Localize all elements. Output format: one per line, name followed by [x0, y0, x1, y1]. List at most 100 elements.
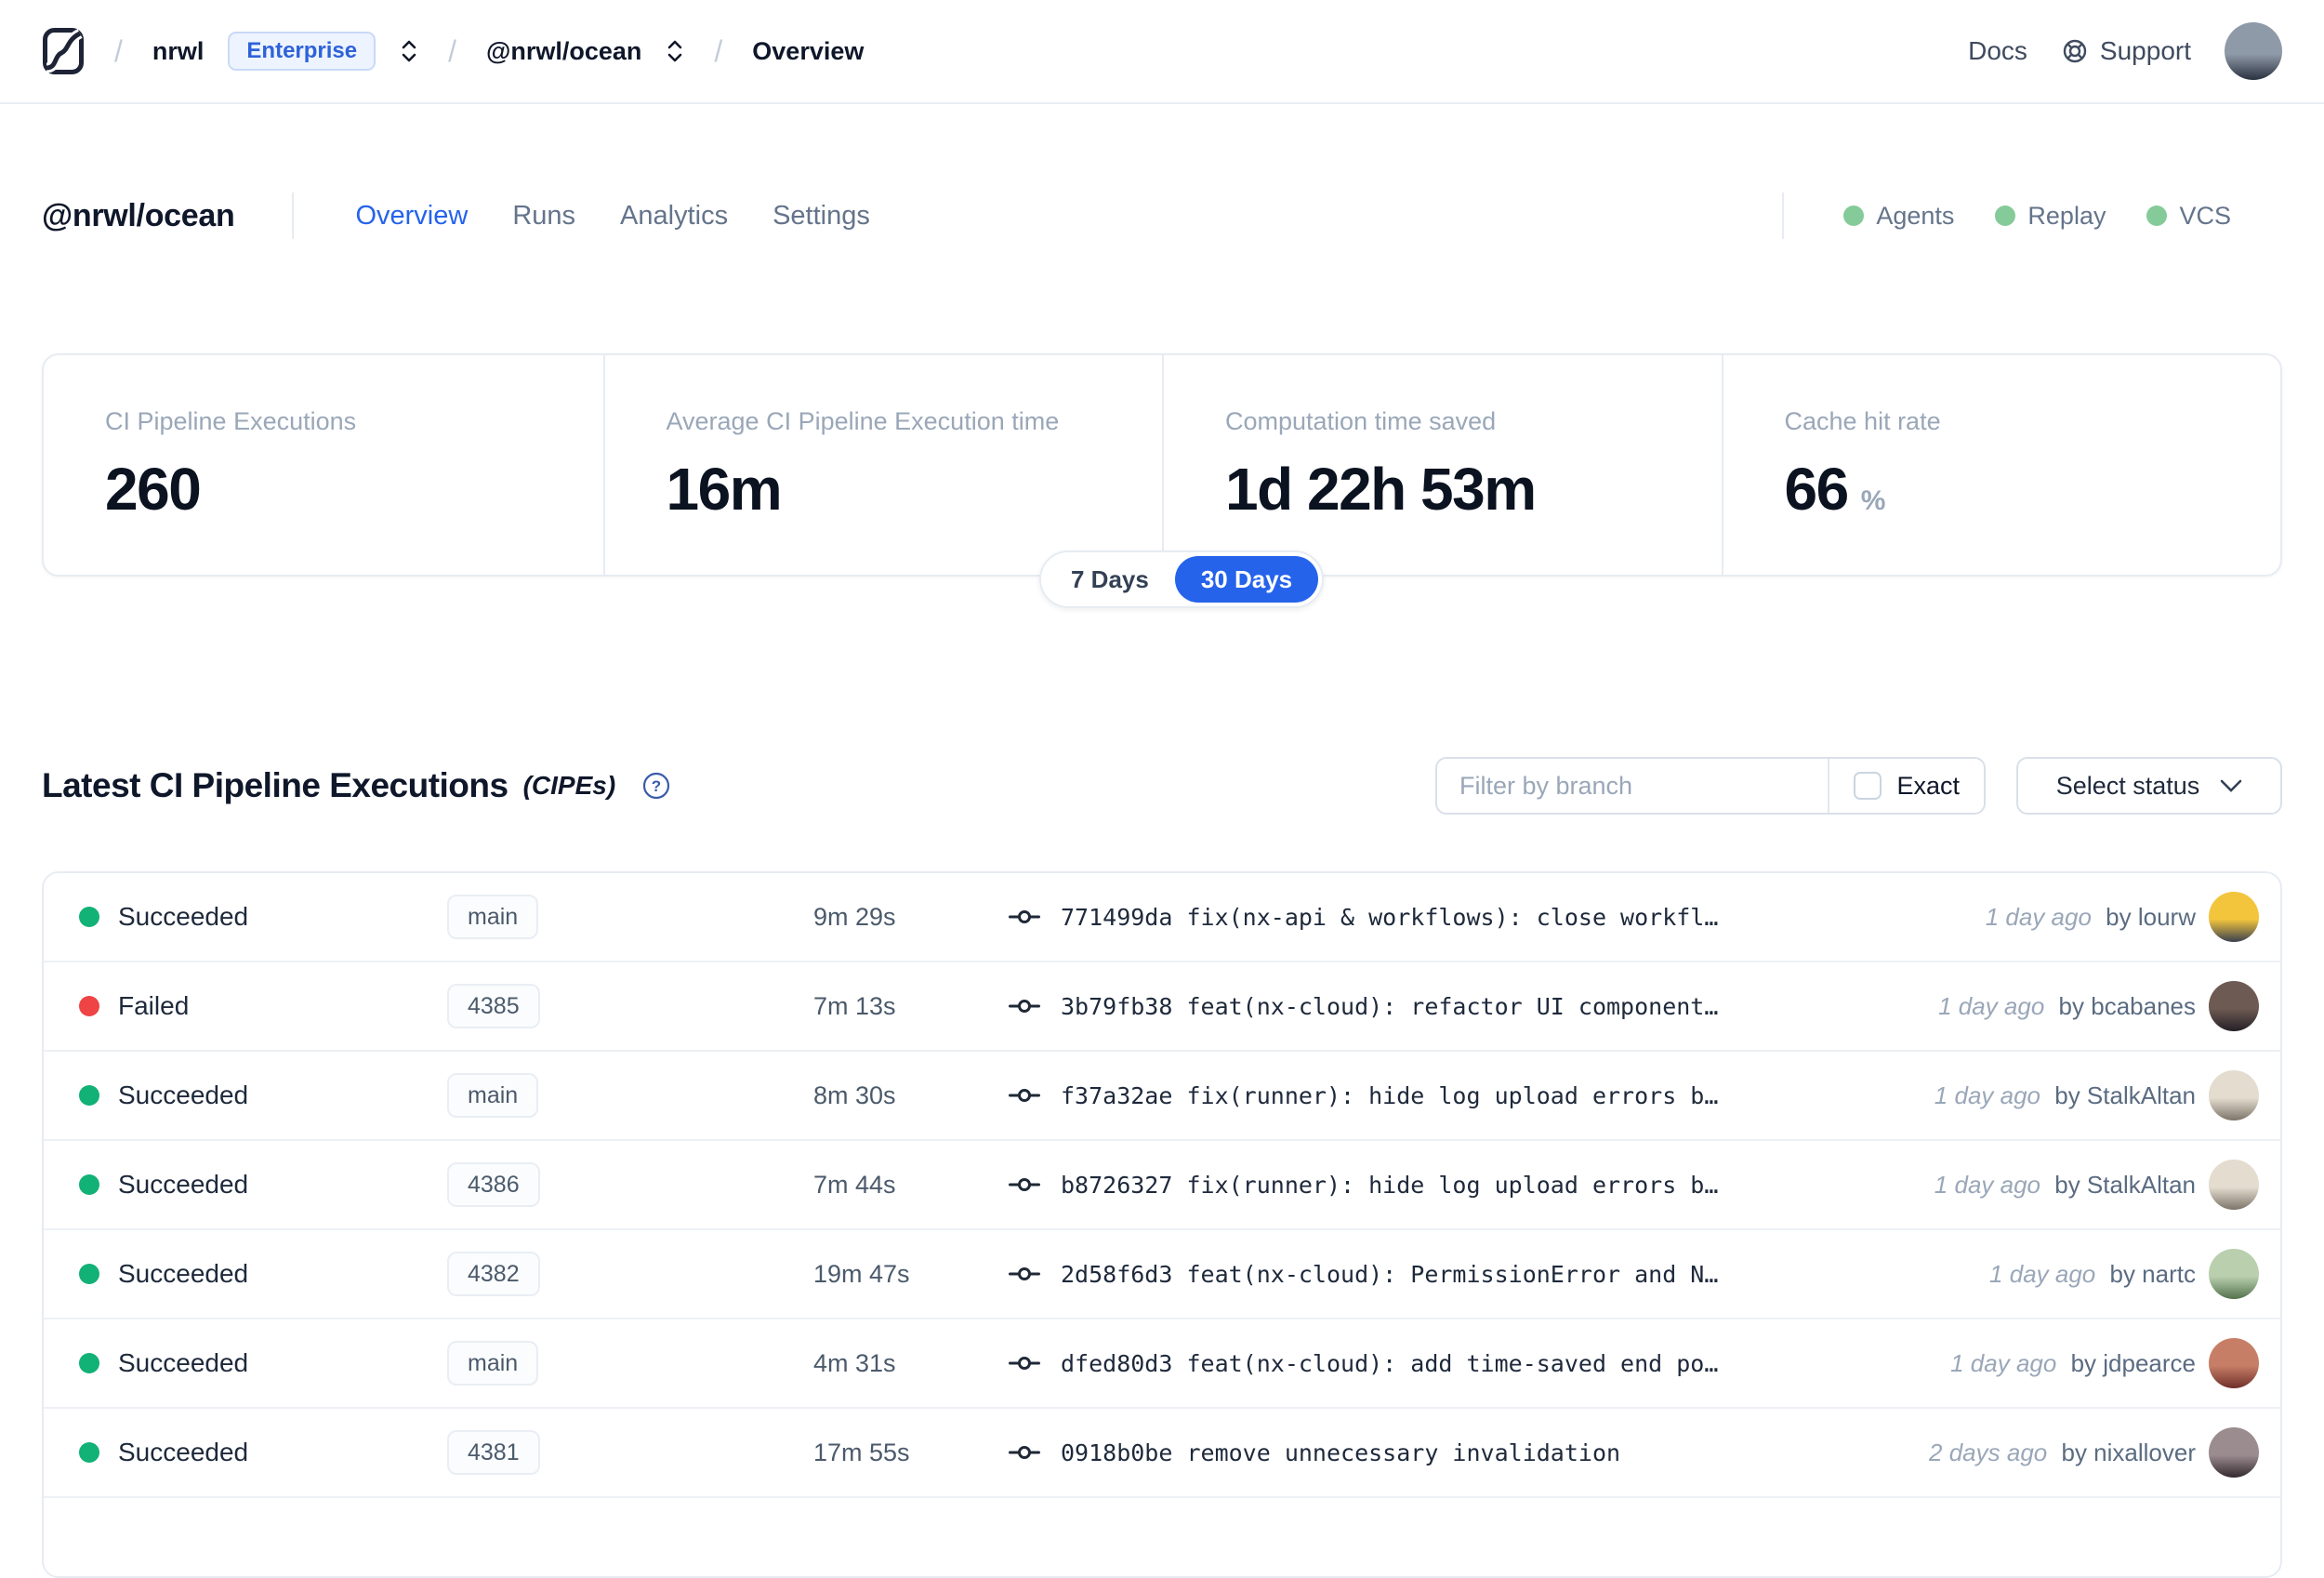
- commit-message[interactable]: f37a32ae fix(runner): hide log upload er…: [1061, 1082, 1718, 1109]
- meta-cell: 1 day ago by lourw: [1986, 903, 2196, 932]
- author-label: by nixallover: [2061, 1438, 2196, 1466]
- green-status-dot-icon: [1995, 206, 2016, 226]
- stat-value: 260: [105, 456, 202, 523]
- status-dot-icon: [79, 996, 99, 1016]
- commit-message[interactable]: 771499da fix(nx-api & workflows): close …: [1061, 904, 1718, 931]
- breadcrumb-org[interactable]: nrwl: [152, 37, 205, 66]
- tab-settings[interactable]: Settings: [772, 201, 870, 232]
- duration-label: 8m 30s: [813, 1081, 896, 1109]
- branch-badge[interactable]: 4386: [447, 1162, 540, 1207]
- workspace-switcher-chevron-icon[interactable]: [666, 39, 684, 63]
- author-avatar[interactable]: [2209, 1427, 2259, 1478]
- branch-badge[interactable]: 4382: [447, 1252, 540, 1296]
- branch-cell: 4381: [447, 1430, 813, 1475]
- branch-badge[interactable]: main: [447, 895, 539, 939]
- branch-cell: 4382: [447, 1252, 813, 1296]
- svg-text:?: ?: [652, 777, 661, 795]
- author-avatar[interactable]: [2209, 1070, 2259, 1121]
- git-commit-icon: [1009, 1174, 1040, 1195]
- commit-cell: f37a32ae fix(runner): hide log upload er…: [1009, 1082, 1916, 1109]
- tab-overview[interactable]: Overview: [355, 201, 468, 232]
- status-cell: Succeeded: [79, 1348, 447, 1378]
- table-row[interactable]: Succeeded 4382 19m 47s 2d58f6d3 feat(nx-…: [44, 1230, 2280, 1319]
- author-avatar[interactable]: [2209, 1249, 2259, 1299]
- author-avatar[interactable]: [2209, 1160, 2259, 1210]
- exact-checkbox[interactable]: [1854, 772, 1882, 800]
- docs-link[interactable]: Docs: [1968, 36, 2027, 66]
- timestamp: 1 day ago: [1934, 1081, 2041, 1109]
- stats-cards: CI Pipeline Executions 260 Average CI Pi…: [42, 353, 2282, 577]
- commit-message[interactable]: 0918b0be remove unnecessary invalidation: [1061, 1439, 1620, 1466]
- date-range-toggle: 7 Days 30 Days: [1039, 550, 1325, 608]
- status-label: Succeeded: [118, 902, 249, 931]
- status-dot-icon: [79, 1264, 99, 1284]
- feature-indicators: Agents Replay VCS: [1724, 192, 2231, 239]
- table-row[interactable]: Succeeded 4381 17m 55s 0918b0be remove u…: [44, 1409, 2280, 1498]
- branch-cell: 4385: [447, 984, 813, 1028]
- org-switcher-chevron-icon[interactable]: [400, 39, 418, 63]
- branch-badge[interactable]: main: [447, 1341, 539, 1386]
- section-title-suffix: (CIPEs): [522, 771, 616, 800]
- meta-cell: 2 days ago by nixallover: [1929, 1439, 2196, 1467]
- meta-cell: 1 day ago by StalkAltan: [1934, 1081, 2196, 1110]
- commit-cell: 3b79fb38 feat(nx-cloud): refactor UI com…: [1009, 993, 1920, 1020]
- table-row[interactable]: Failed 4385 7m 13s 3b79fb38 feat(nx-clou…: [44, 962, 2280, 1052]
- branch-cell: main: [447, 895, 813, 939]
- table-row[interactable]: Succeeded main 9m 29s 771499da fix(nx-ap…: [44, 873, 2280, 962]
- author-label: by bcabanes: [2058, 991, 2196, 1020]
- user-avatar[interactable]: [2225, 22, 2282, 80]
- cipe-section-header: Latest CI Pipeline Executions (CIPEs) ? …: [42, 755, 2282, 816]
- lifebuoy-icon: [2061, 37, 2089, 65]
- status-dot-icon: [79, 1085, 99, 1106]
- meta-cell: 1 day ago by nartc: [1989, 1260, 2196, 1289]
- commit-cell: dfed80d3 feat(nx-cloud): add time-saved …: [1009, 1350, 1932, 1377]
- range-7-days-button[interactable]: 7 Days: [1045, 556, 1175, 603]
- indicator-replay: Replay: [1995, 202, 2106, 231]
- indicator-vcs: VCS: [2146, 202, 2231, 231]
- breadcrumb-workspace[interactable]: @nrwl/ocean: [486, 37, 641, 66]
- tab-analytics[interactable]: Analytics: [620, 201, 728, 232]
- stat-average-execution-time: Average CI Pipeline Execution time 16m: [602, 355, 1163, 575]
- stat-ci-pipeline-executions: CI Pipeline Executions 260: [44, 355, 603, 575]
- topbar-actions: Docs Support: [1968, 22, 2282, 80]
- author-avatar[interactable]: [2209, 1338, 2259, 1388]
- duration-label: 4m 31s: [813, 1348, 896, 1377]
- help-icon[interactable]: ?: [641, 771, 671, 801]
- git-commit-icon: [1009, 1085, 1040, 1106]
- table-row[interactable]: Succeeded 4386 7m 44s b8726327 fix(runne…: [44, 1141, 2280, 1230]
- range-30-days-button[interactable]: 30 Days: [1174, 556, 1319, 603]
- author-label: by StalkAltan: [2054, 1081, 2196, 1109]
- table-row[interactable]: Succeeded main 8m 30s f37a32ae fix(runne…: [44, 1052, 2280, 1141]
- branch-badge[interactable]: main: [447, 1073, 539, 1118]
- branch-filter-input[interactable]: [1437, 759, 1829, 813]
- cipe-table: Succeeded main 9m 29s 771499da fix(nx-ap…: [42, 871, 2282, 1578]
- timestamp: 1 day ago: [1989, 1259, 2096, 1288]
- status-cell: Succeeded: [79, 1081, 447, 1110]
- author-avatar[interactable]: [2209, 892, 2259, 942]
- status-dot-icon: [79, 1442, 99, 1463]
- select-status-dropdown[interactable]: Select status: [2016, 757, 2282, 815]
- author-avatar[interactable]: [2209, 981, 2259, 1031]
- stat-value: 1d 22h 53m: [1225, 456, 1537, 523]
- meta-cell: 1 day ago by StalkAltan: [1934, 1171, 2196, 1200]
- exact-match-toggle[interactable]: Exact: [1829, 759, 1984, 813]
- green-status-dot-icon: [1843, 206, 1865, 226]
- commit-message[interactable]: 3b79fb38 feat(nx-cloud): refactor UI com…: [1061, 993, 1718, 1020]
- support-link[interactable]: Support: [2061, 36, 2191, 66]
- commit-message[interactable]: 2d58f6d3 feat(nx-cloud): PermissionError…: [1061, 1261, 1718, 1288]
- timestamp: 1 day ago: [1950, 1348, 2057, 1377]
- enterprise-badge: Enterprise: [228, 32, 376, 71]
- author-label: by nartc: [2109, 1259, 2197, 1288]
- timestamp: 2 days ago: [1929, 1438, 2048, 1466]
- table-row[interactable]: Succeeded main 4m 31s dfed80d3 feat(nx-c…: [44, 1319, 2280, 1409]
- branch-badge[interactable]: 4381: [447, 1430, 540, 1475]
- commit-message[interactable]: dfed80d3 feat(nx-cloud): add time-saved …: [1061, 1350, 1718, 1377]
- commit-message[interactable]: b8726327 fix(runner): hide log upload er…: [1061, 1172, 1718, 1199]
- git-commit-icon: [1009, 996, 1040, 1016]
- status-dot-icon: [79, 1174, 99, 1195]
- duration-label: 7m 13s: [813, 991, 896, 1020]
- branch-badge[interactable]: 4385: [447, 984, 540, 1028]
- nx-cloud-logo[interactable]: [42, 27, 85, 75]
- tab-runs[interactable]: Runs: [512, 201, 575, 232]
- breadcrumb-separator: /: [448, 33, 457, 68]
